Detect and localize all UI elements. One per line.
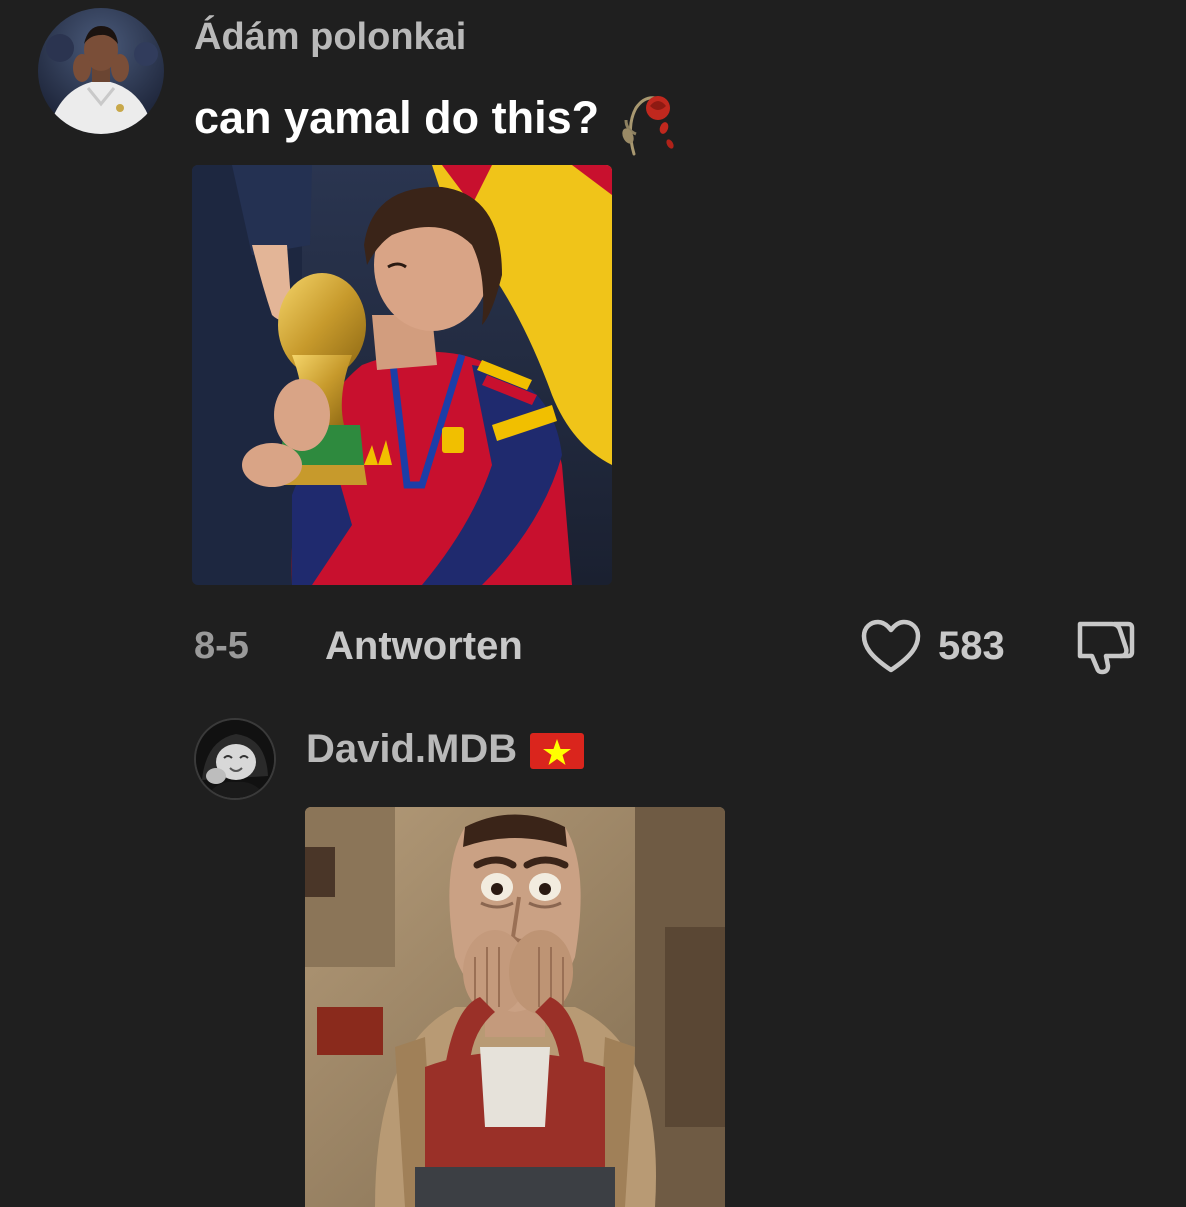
comment-1-text: can yamal do this?	[194, 86, 678, 156]
comment-1-avatar[interactable]	[38, 8, 164, 134]
comment-1: Ádám polonkai can yamal do this? 8-5 Ant…	[0, 0, 1186, 700]
comment-2-username[interactable]: David.MDB	[306, 724, 585, 774]
like-button[interactable]: 583	[860, 616, 1020, 676]
player-portrait-icon	[38, 8, 164, 134]
vietnam-flag-icon	[530, 733, 585, 770]
comment-2: David.MDB	[0, 700, 1186, 1207]
dislike-button[interactable]	[1072, 618, 1136, 678]
comment-2-attached-image[interactable]	[305, 807, 725, 1207]
comment-2-username-text: David.MDB	[306, 727, 518, 771]
comment-1-text-content: can yamal do this?	[194, 91, 600, 143]
thumbs-down-outline-icon	[1072, 618, 1136, 676]
comment-1-reply-button[interactable]: Antworten	[325, 622, 523, 670]
cartoon-shocked-man-icon	[305, 807, 725, 1207]
comment-1-username[interactable]: Ádám polonkai	[194, 12, 466, 62]
comment-2-avatar[interactable]	[194, 718, 276, 800]
like-count: 583	[938, 624, 1005, 668]
comment-1-attached-image[interactable]	[192, 165, 612, 585]
heart-outline-icon	[860, 618, 922, 676]
wilted-rose-icon	[614, 86, 678, 156]
trophy-kiss-photo-icon	[192, 165, 612, 585]
baby-bw-portrait-icon	[196, 720, 274, 798]
comment-1-date: 8-5	[194, 625, 249, 667]
